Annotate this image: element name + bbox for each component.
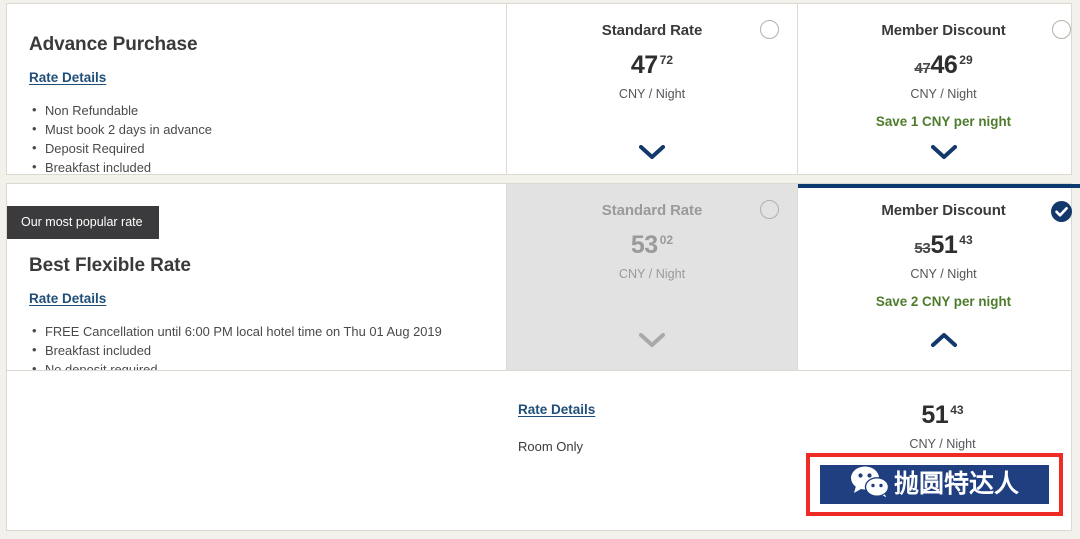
rate-row-advance-purchase: Advance Purchase Rate Details Non Refund…	[6, 3, 1072, 177]
list-item: Deposit Required	[29, 138, 484, 158]
price-currency-label: CNY / Night	[618, 267, 686, 281]
price-currency-label: CNY / Night	[909, 437, 976, 451]
price-cents: 43	[950, 403, 964, 417]
rate-info-panel: Advance Purchase Rate Details Non Refund…	[7, 4, 507, 177]
price-option-member-discount[interactable]: Member Discount 4746 29 CNY / Night Save …	[798, 4, 1080, 174]
selected-check-icon[interactable]	[1051, 201, 1072, 222]
rate-details-link[interactable]: Rate Details	[29, 70, 106, 85]
price-option-standard-rate[interactable]: Standard Rate 53 02 CNY / Night	[507, 184, 798, 370]
list-item: Breakfast included	[29, 157, 484, 177]
list-item: Breakfast included	[29, 340, 484, 360]
price-line: 5351 43	[814, 233, 1073, 258]
radio-member-discount[interactable]	[1052, 20, 1071, 39]
price-line: 53 02	[523, 233, 781, 258]
savings-note: Save 1 CNY per night	[875, 114, 1012, 129]
price-amount: 53	[630, 231, 658, 259]
savings-note: Save 2 CNY per night	[875, 294, 1012, 309]
price-cents: 29	[959, 53, 973, 67]
price-amount: 46	[930, 51, 958, 79]
price-option-heading: Member Discount	[881, 22, 1006, 39]
price-line: 4746 29	[814, 53, 1073, 78]
price-cents: 43	[959, 233, 973, 247]
watermark-text: 抛圆特达人	[893, 470, 1019, 498]
rate-details-link[interactable]: Rate Details	[29, 291, 106, 306]
price-currency-label: CNY / Night	[618, 87, 686, 101]
price-option-heading: Standard Rate	[601, 22, 703, 39]
expanded-room-label: Room Only	[518, 439, 584, 454]
wechat-icon	[850, 465, 890, 504]
price-original-struck: 47	[914, 60, 931, 77]
price-option-standard-rate[interactable]: Standard Rate 47 72 CNY / Night	[507, 4, 798, 174]
price-option-member-discount[interactable]: Member Discount 5351 43 CNY / Night Save …	[798, 184, 1080, 370]
watermark-banner: 抛圆特达人	[820, 465, 1049, 504]
price-amount: 51	[930, 231, 958, 259]
radio-standard-rate[interactable]	[760, 200, 779, 219]
rate-selection-page: Advance Purchase Rate Details Non Refund…	[0, 0, 1080, 539]
price-line: 47 72	[523, 53, 781, 78]
rate-bullet-list: Non Refundable Must book 2 days in advan…	[29, 100, 484, 177]
price-currency-label: CNY / Night	[910, 87, 977, 101]
list-item: FREE Cancellation until 6:00 PM local ho…	[29, 321, 484, 341]
radio-standard-rate[interactable]	[760, 20, 779, 39]
rate-row-columns: Our most popular rate Best Flexible Rate…	[7, 184, 1080, 378]
rate-title: Best Flexible Rate	[29, 254, 191, 276]
expand-chevron-down-icon[interactable]	[507, 333, 797, 348]
expand-chevron-down-icon[interactable]	[798, 145, 1080, 160]
expand-chevron-down-icon[interactable]	[507, 145, 797, 160]
price-amount: 51	[921, 401, 949, 429]
collapse-chevron-up-icon[interactable]	[798, 333, 1080, 348]
price-original-struck: 53	[914, 240, 931, 257]
price-currency-label: CNY / Night	[910, 267, 977, 281]
price-amount: 47	[630, 51, 658, 79]
price-option-heading: Member Discount	[881, 202, 1006, 219]
popular-rate-badge: Our most popular rate	[7, 206, 159, 239]
expanded-rate-details-link[interactable]: Rate Details	[518, 402, 595, 417]
expanded-price-block: 51 43 CNY / Night	[797, 403, 1080, 452]
price-cents: 02	[659, 233, 674, 247]
price-option-heading: Standard Rate	[601, 202, 703, 219]
price-cents: 72	[659, 53, 674, 67]
watermark-overlay: 抛圆特达人	[806, 453, 1063, 516]
list-item: Must book 2 days in advance	[29, 119, 484, 139]
expanded-details-block: Rate Details Room Only	[518, 401, 595, 454]
rate-info-panel: Our most popular rate Best Flexible Rate…	[7, 184, 507, 378]
list-item: Non Refundable	[29, 100, 484, 120]
rate-title: Advance Purchase	[29, 34, 198, 55]
price-line: 51 43	[797, 403, 1080, 428]
